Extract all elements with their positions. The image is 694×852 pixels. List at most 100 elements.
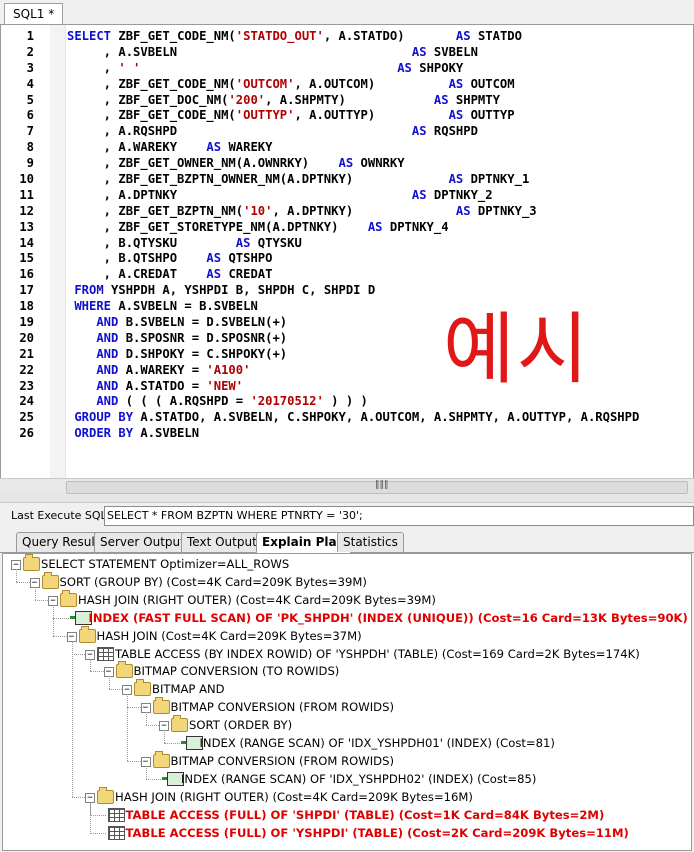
line-number: 12: [19, 203, 34, 218]
line-number: 9: [26, 156, 34, 171]
code-text: , ZBF_GET_CODE_NM('OUTTYP', A.OUTTYP) AS…: [67, 108, 515, 124]
sql-token: , A.SVBELN: [67, 44, 412, 59]
editor-horizontal-scrollbar[interactable]: ‖‖‖: [0, 478, 694, 495]
line-number: 25: [19, 410, 34, 425]
plan-node-label: BITMAP CONVERSION (FROM ROWIDS): [170, 700, 394, 715]
code-line[interactable]: 4 , ZBF_GET_CODE_NM('OUTCOM', A.OUTCOM) …: [1, 77, 693, 93]
code-line[interactable]: 25 GROUP BY A.STATDO, A.SVBELN, C.SHPOKY…: [1, 410, 693, 426]
tab-text-output[interactable]: Text Output: [181, 532, 263, 552]
folder-icon: [41, 571, 59, 589]
plan-node-label: SELECT STATEMENT Optimizer=ALL_ROWS: [41, 557, 290, 571]
sql-token: ) ) ): [323, 394, 368, 409]
code-text: SELECT ZBF_GET_CODE_NM('STATDO_OUT', A.S…: [67, 29, 522, 45]
plan-node-label: HASH JOIN (Cost=4K Card=209K Bytes=37M): [96, 628, 362, 643]
sql-keyword: AS: [411, 124, 427, 139]
tree-connector: [53, 617, 69, 619]
code-text: AND A.STATDO = 'NEW': [67, 379, 243, 395]
code-text: , ZBF_GET_DOC_NM('200', A.SHPMTY) AS SHP…: [67, 93, 500, 109]
line-number: 3: [26, 60, 34, 75]
sql-token: , ZBF_GET_BZPTN_OWNER_NM(A.DPTNKY): [67, 172, 449, 187]
tree-connector: [90, 814, 106, 816]
folder-icon: [171, 715, 188, 733]
code-line[interactable]: 15 , B.QTSHPO AS QTSHPO: [1, 251, 693, 267]
line-number: 11: [19, 187, 34, 202]
plan-node-label: TABLE ACCESS (FULL) OF 'SHPDI' (TABLE) (…: [125, 807, 605, 822]
last-execute-sql-bar: Last Execute SQL: SELECT * FROM BZPTN WH…: [0, 503, 694, 529]
sql-keyword: AND: [67, 362, 126, 377]
scrollbar-grip-icon: ‖‖‖: [375, 480, 389, 490]
explain-plan-tree[interactable]: − SELECT STATEMENT Optimizer=ALL_ROWS − SOR…: [2, 553, 692, 851]
sql-token: DPTNKY_1: [463, 172, 530, 187]
sql-keyword: AS: [448, 108, 464, 123]
tab-sql1[interactable]: SQL1 *: [4, 3, 64, 25]
sql-token: D.SHPOKY = C.SHPOKY(+): [125, 346, 288, 361]
plan-node-label: HASH JOIN (RIGHT OUTER) (Cost=4K Card=20…: [78, 592, 436, 607]
sql-keyword: AS: [235, 235, 251, 250]
code-line[interactable]: 6 , ZBF_GET_CODE_NM('OUTTYP', A.OUTTYP) …: [1, 108, 693, 124]
code-line[interactable]: 14 , B.QTYSKU AS QTYSKU: [1, 236, 693, 252]
code-line[interactable]: 16 , A.CREDAT AS CREDAT: [1, 267, 693, 283]
tree-connector: [164, 743, 180, 744]
code-line[interactable]: 12 , ZBF_GET_BZPTN_NM('10', A.DPTNKY) AS…: [1, 204, 693, 220]
sql-keyword: AS: [455, 203, 471, 218]
tab-query-result[interactable]: Query Result: [16, 532, 106, 552]
line-number: 26: [19, 426, 34, 441]
sql-token: , A.DPTNKY): [272, 203, 456, 218]
sql-string: '10': [243, 203, 273, 218]
tab-statistics[interactable]: Statistics: [337, 532, 404, 552]
sql-token: , A.CREDAT: [67, 267, 207, 282]
code-line[interactable]: 2 , A.SVBELN AS SVBELN: [1, 45, 693, 61]
code-text: , B.QTYSKU AS QTYSKU: [67, 236, 302, 252]
sql-token: , ZBF_GET_DOC_NM(: [67, 92, 229, 107]
sql-token: , A.OUTCOM): [294, 76, 449, 91]
code-line[interactable]: 1 SELECT ZBF_GET_CODE_NM('STATDO_OUT', A.…: [1, 29, 693, 45]
sql-keyword: AS: [448, 76, 464, 91]
tree-connector: [145, 712, 147, 726]
sql-token: OWNRKY: [353, 156, 405, 171]
code-text: GROUP BY A.STATDO, A.SVBELN, C.SHPOKY, A…: [67, 410, 639, 426]
code-line[interactable]: 5 , ZBF_GET_DOC_NM('200', A.SHPMTY) AS S…: [1, 93, 693, 109]
sql-keyword: AS: [448, 172, 464, 187]
code-line[interactable]: 10 , ZBF_GET_BZPTN_OWNER_NM(A.DPTNKY) AS…: [1, 172, 693, 188]
line-number: 4: [26, 76, 34, 91]
code-line[interactable]: 9 , ZBF_GET_OWNER_NM(A.OWNRKY) AS OWNRKY: [1, 156, 693, 172]
sql-token: RQSHPD: [426, 124, 478, 139]
sql-token: , A.WAREKY: [67, 140, 207, 155]
plan-node-label: TABLE ACCESS (BY INDEX ROWID) OF 'YSHPDH…: [115, 646, 640, 661]
sql-string: 'OUTCOM': [235, 76, 295, 91]
code-line[interactable]: 3 , ' ' AS SHPOKY: [1, 61, 693, 77]
line-number: 19: [19, 315, 34, 330]
tree-connector: [90, 658, 91, 672]
sql-keyword: GROUP BY: [67, 410, 141, 425]
line-number: 2: [26, 44, 34, 59]
code-text: WHERE A.SVBELN = B.SVBELN: [67, 299, 258, 315]
code-line[interactable]: 13 , ZBF_GET_STORETYPE_NM(A.DPTNKY) AS D…: [1, 220, 693, 236]
sql-keyword: ORDER BY: [67, 426, 141, 441]
code-line[interactable]: 26 ORDER BY A.SVBELN: [1, 426, 693, 442]
code-line[interactable]: 8 , A.WAREKY AS WAREKY: [1, 140, 693, 156]
pane-splitter[interactable]: [0, 494, 694, 503]
folder-icon: [78, 625, 96, 643]
tab-server-output[interactable]: Server Output: [94, 532, 191, 552]
line-number: 13: [19, 219, 34, 234]
tree-connector: [71, 640, 73, 797]
sql-token: , ZBF_GET_BZPTN_NM(: [67, 203, 244, 218]
tree-connector: [34, 586, 36, 600]
sql-token: , ZBF_GET_CODE_NM(: [67, 76, 236, 91]
last-execute-sql-field[interactable]: SELECT * FROM BZPTN WHERE PTNRTY = '30';: [104, 506, 694, 526]
sql-token: A.SVBELN = B.SVBELN: [118, 299, 258, 314]
code-text: , A.RQSHPD AS RQSHPD: [67, 124, 478, 140]
sql-keyword: FROM: [67, 283, 112, 298]
tree-connector: [90, 832, 106, 834]
tree-connector: [90, 801, 91, 833]
plan-node-label: SORT (GROUP BY) (Cost=4K Card=209K Bytes…: [59, 574, 367, 589]
code-line[interactable]: 7 , A.RQSHPD AS RQSHPD: [1, 124, 693, 140]
table-icon: [97, 646, 114, 661]
sql-token: ( ( ( A.RQSHPD =: [125, 394, 251, 409]
code-line[interactable]: 11 , A.DPTNKY AS DPTNKY_2: [1, 188, 693, 204]
plan-node-label: INDEX (RANGE SCAN) OF 'IDX_YSHPDH01' (IN…: [199, 736, 555, 750]
sql-keyword: AS: [367, 219, 383, 234]
line-number: 18: [19, 299, 34, 314]
sql-editor[interactable]: 1 SELECT ZBF_GET_CODE_NM('STATDO_OUT', A.…: [0, 24, 694, 480]
